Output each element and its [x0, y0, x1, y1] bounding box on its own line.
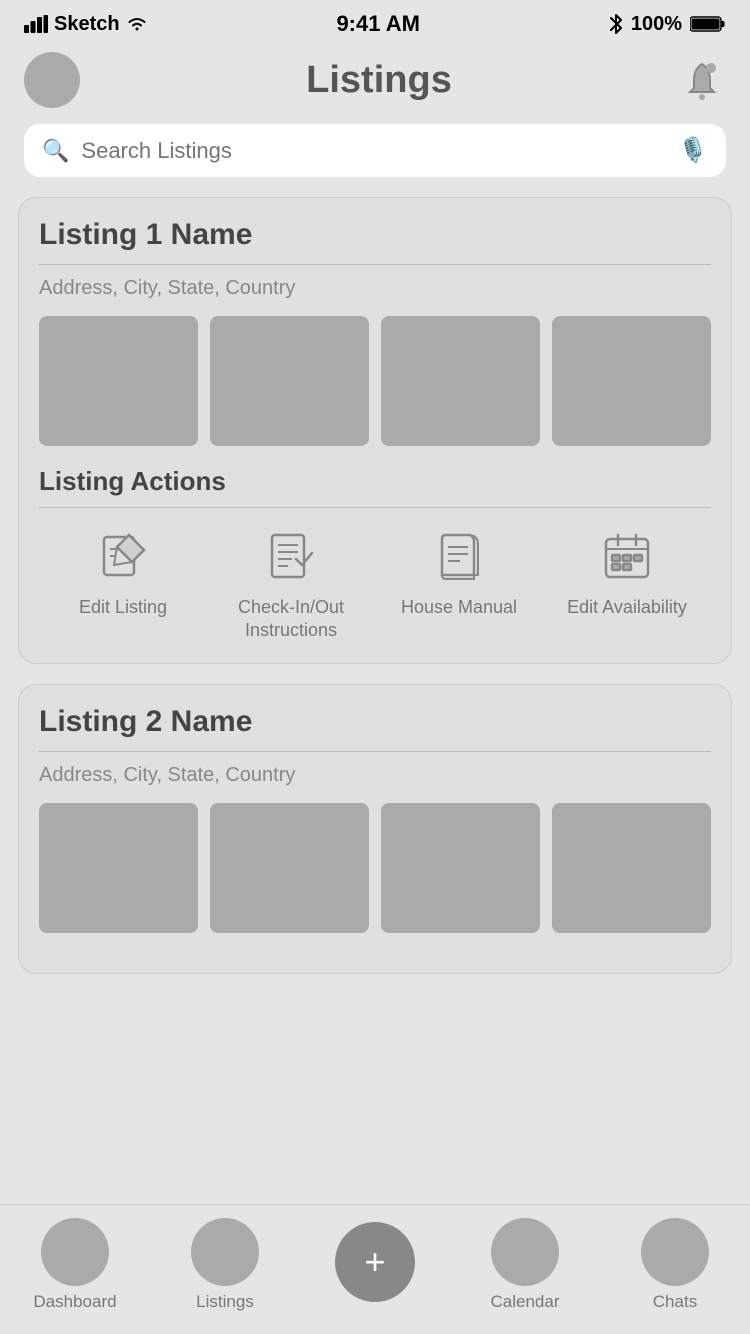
bottom-nav: Dashboard Listings + Calendar Chats	[0, 1204, 750, 1334]
house-manual-icon	[432, 529, 486, 583]
add-icon: +	[335, 1222, 415, 1302]
house-manual-action[interactable]: House Manual	[389, 524, 529, 643]
listing-1-photo-3	[381, 316, 540, 446]
listings-icon	[191, 1218, 259, 1286]
actions-divider	[39, 507, 711, 508]
listing-2-photos	[39, 803, 711, 933]
nav-item-dashboard[interactable]: Dashboard	[15, 1218, 135, 1312]
dashboard-label: Dashboard	[33, 1292, 116, 1312]
status-bar: Sketch 9:41 AM 100%	[0, 0, 750, 44]
listing-1-divider	[39, 264, 711, 265]
edit-availability-label: Edit Availability	[567, 596, 687, 619]
signal-icon	[24, 15, 48, 33]
listing-card-1: Listing 1 Name Address, City, State, Cou…	[18, 197, 732, 664]
listing-1-photo-4	[552, 316, 711, 446]
chats-label: Chats	[653, 1292, 697, 1312]
search-icon: 🔍	[42, 138, 69, 164]
edit-availability-action[interactable]: Edit Availability	[557, 524, 697, 643]
edit-availability-icon-box	[595, 524, 659, 588]
edit-listing-label: Edit Listing	[79, 596, 167, 619]
dashboard-icon	[41, 1218, 109, 1286]
microphone-icon[interactable]: 🎙️	[678, 136, 708, 165]
listing-1-photos	[39, 316, 711, 446]
listing-1-title: Listing 1 Name	[39, 218, 711, 252]
status-right: 100%	[609, 13, 726, 36]
listing-2-title: Listing 2 Name	[39, 705, 711, 739]
wifi-icon	[126, 15, 148, 33]
listing-actions-row: Edit Listing Check-In/Out Instructions	[39, 524, 711, 643]
search-input[interactable]	[81, 138, 666, 164]
nav-item-chats[interactable]: Chats	[615, 1218, 735, 1312]
listing-2-address: Address, City, State, Country	[39, 764, 711, 787]
listing-1-photo-2	[210, 316, 369, 446]
edit-availability-icon	[600, 529, 654, 583]
avatar[interactable]	[24, 52, 80, 108]
listing-2-divider	[39, 751, 711, 752]
listing-1-photo-1	[39, 316, 198, 446]
listing-card-2: Listing 2 Name Address, City, State, Cou…	[18, 684, 732, 974]
listing-2-photo-2	[210, 803, 369, 933]
notifications-button[interactable]	[678, 56, 726, 104]
page-title: Listings	[306, 59, 452, 102]
checkin-icon	[264, 529, 318, 583]
listing-2-photo-3	[381, 803, 540, 933]
nav-item-listings[interactable]: Listings	[165, 1218, 285, 1312]
listings-scroll: Listing 1 Name Address, City, State, Cou…	[0, 197, 750, 1134]
listings-label: Listings	[196, 1292, 254, 1312]
status-time: 9:41 AM	[336, 11, 420, 37]
chats-icon	[641, 1218, 709, 1286]
nav-item-calendar[interactable]: Calendar	[465, 1218, 585, 1312]
house-manual-label: House Manual	[401, 596, 517, 619]
house-manual-icon-box	[427, 524, 491, 588]
listing-actions-title: Listing Actions	[39, 466, 711, 497]
checkin-label: Check-In/Out Instructions	[221, 596, 361, 643]
calendar-label: Calendar	[491, 1292, 560, 1312]
battery-icon	[690, 15, 726, 33]
listing-2-photo-4	[552, 803, 711, 933]
listing-2-photo-1	[39, 803, 198, 933]
carrier-name: Sketch	[54, 13, 120, 36]
search-bar[interactable]: 🔍 🎙️	[24, 124, 726, 177]
bell-icon	[684, 60, 720, 100]
listing-1-address: Address, City, State, Country	[39, 277, 711, 300]
calendar-icon	[491, 1218, 559, 1286]
edit-listing-icon	[96, 529, 150, 583]
edit-listing-icon-box	[91, 524, 155, 588]
nav-item-add[interactable]: +	[315, 1222, 435, 1308]
page-header: Listings	[0, 44, 750, 120]
bluetooth-icon	[609, 13, 623, 35]
checkin-icon-box	[259, 524, 323, 588]
battery-text: 100%	[631, 13, 682, 36]
edit-listing-action[interactable]: Edit Listing	[53, 524, 193, 643]
status-carrier: Sketch	[24, 13, 148, 36]
checkin-instructions-action[interactable]: Check-In/Out Instructions	[221, 524, 361, 643]
